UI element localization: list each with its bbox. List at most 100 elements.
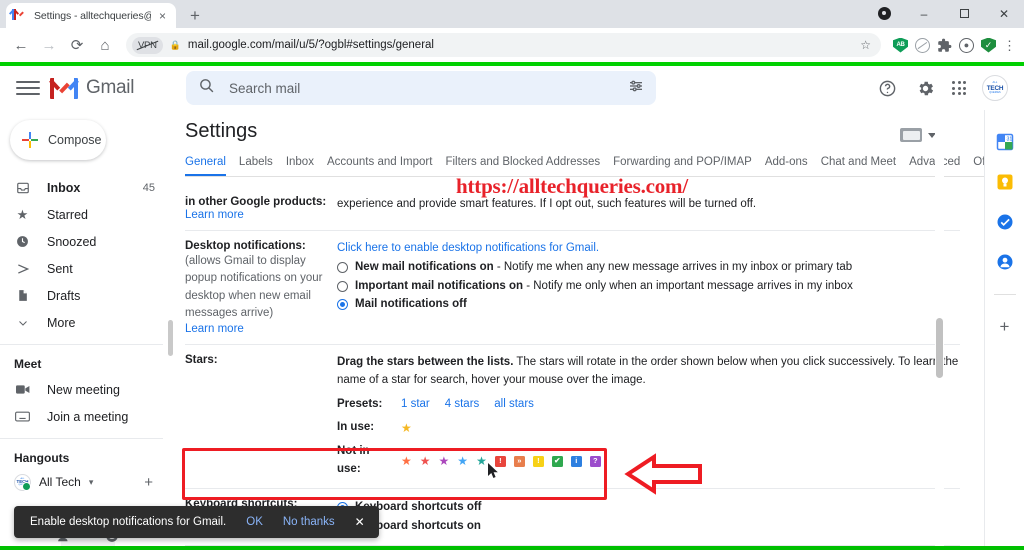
radio-option-shortcuts-off[interactable]: Keyboard shortcuts off xyxy=(337,499,960,517)
chevron-down-icon[interactable]: ▾ xyxy=(89,477,94,488)
calendar-icon[interactable]: 31 xyxy=(995,132,1014,151)
tab-accounts-and-import[interactable]: Accounts and Import xyxy=(327,156,432,176)
star-yellow-icon[interactable]: ★ xyxy=(401,422,412,434)
setting-label-text: Stars: xyxy=(185,354,218,366)
record-button[interactable] xyxy=(864,6,904,22)
chip-blue-info-icon[interactable]: i xyxy=(570,455,582,467)
gmail-app: Gmail Search mail ALL TECH QUERIES Compo… xyxy=(0,66,1024,550)
address-bar[interactable]: VPN 🔒 mail.google.com/mail/u/5/?ogbl#set… xyxy=(126,33,881,57)
disable-icon[interactable] xyxy=(915,37,930,53)
tab-offline[interactable]: Offline xyxy=(973,156,984,176)
toast-ok-button[interactable]: OK xyxy=(246,516,263,528)
sidebar-item-inbox[interactable]: Inbox 45 xyxy=(0,174,163,201)
tab-general[interactable]: General xyxy=(185,156,226,176)
contacts-icon[interactable] xyxy=(995,252,1014,271)
security-shield-icon[interactable]: ✓ xyxy=(981,37,996,53)
chip-orange-arrow-icon[interactable]: » xyxy=(513,455,525,467)
star-purple-icon[interactable]: ★ xyxy=(439,455,450,467)
preset-1-star[interactable]: 1 star xyxy=(401,396,430,414)
page-viewport: Gmail Search mail ALL TECH QUERIES Compo… xyxy=(0,62,1024,550)
sidebar-item-sent[interactable]: Sent xyxy=(0,255,163,282)
star-blue-icon[interactable]: ★ xyxy=(457,455,468,467)
tab-close-icon[interactable]: × xyxy=(157,10,168,22)
learn-more-link[interactable]: Learn more xyxy=(185,209,337,221)
window-controls: – ✕ xyxy=(864,0,1024,28)
home-icon[interactable]: ⌂ xyxy=(92,32,118,58)
learn-more-link[interactable]: Learn more xyxy=(185,323,337,335)
adblock-icon[interactable]: AB xyxy=(893,37,908,53)
gmail-logo[interactable]: Gmail xyxy=(49,77,180,99)
sidebar-item-label: Drafts xyxy=(47,288,81,303)
toast-no-thanks-button[interactable]: No thanks xyxy=(283,516,335,528)
help-icon[interactable] xyxy=(876,77,898,99)
close-window-button[interactable]: ✕ xyxy=(984,8,1024,20)
star-green-icon[interactable]: ★ xyxy=(476,455,487,467)
bookmark-star-icon[interactable]: ☆ xyxy=(860,38,871,52)
keep-icon[interactable] xyxy=(995,172,1014,191)
sidebar-item-new-meeting[interactable]: New meeting xyxy=(0,376,163,403)
settings-scrollbar-thumb[interactable] xyxy=(936,318,943,378)
gmail-m-logo-icon xyxy=(49,77,79,99)
radio-option-notifications-off[interactable]: Mail notifications off xyxy=(337,296,960,314)
star-orange-icon[interactable]: ★ xyxy=(401,455,412,467)
browser-menu-icon[interactable]: ⋮ xyxy=(1003,39,1016,52)
browser-tab[interactable]: Settings - alltechqueries@gmail. × xyxy=(6,3,176,28)
tab-add-ons[interactable]: Add-ons xyxy=(765,156,808,176)
gear-icon[interactable] xyxy=(914,77,936,99)
avatar[interactable]: ALL TECH QUERIES xyxy=(982,75,1008,101)
enable-notifications-link[interactable]: Click here to enable desktop notificatio… xyxy=(337,242,599,254)
hangouts-account[interactable]: ALL TECH QUERIES All Tech ▾ + xyxy=(0,470,175,494)
search-input[interactable] xyxy=(229,80,614,96)
sidebar-item-drafts[interactable]: Drafts xyxy=(0,282,163,309)
chip-purple-question-icon[interactable]: ? xyxy=(589,455,601,467)
setting-body: experience and provide smart features. I… xyxy=(337,196,960,221)
tab-inbox[interactable]: Inbox xyxy=(286,156,314,176)
chevron-down-icon xyxy=(14,317,31,329)
radio-icon[interactable] xyxy=(337,299,348,311)
tab-chat-and-meet[interactable]: Chat and Meet xyxy=(821,156,896,176)
sidebar-item-starred[interactable]: ★ Starred xyxy=(0,201,163,228)
minimize-button[interactable]: – xyxy=(904,8,944,20)
preset-4-stars[interactable]: 4 stars xyxy=(445,396,480,414)
tab-filters-and-blocked-addresses[interactable]: Filters and Blocked Addresses xyxy=(445,156,600,176)
sidebar-item-more[interactable]: More xyxy=(0,309,163,336)
meet-section-header: Meet xyxy=(0,344,163,376)
sidebar-item-join-meeting[interactable]: Join a meeting xyxy=(0,403,163,430)
radio-option-shortcuts-on[interactable]: Keyboard shortcuts on xyxy=(337,518,960,536)
setting-body: Keyboard shortcuts off Keyboard shortcut… xyxy=(337,498,960,536)
hangouts-add-button[interactable]: + xyxy=(144,475,153,490)
sidebar-item-label: New meeting xyxy=(47,382,120,397)
compose-button[interactable]: Compose xyxy=(10,120,106,160)
toast-close-icon[interactable]: ✕ xyxy=(355,515,365,529)
radio-option-new-mail[interactable]: New mail notifications on - Notify me wh… xyxy=(337,259,960,277)
tab-forwarding-and-pop-imap[interactable]: Forwarding and POP/IMAP xyxy=(613,156,752,176)
tab-labels[interactable]: Labels xyxy=(239,156,273,176)
add-side-panel-app-button[interactable]: + xyxy=(1000,318,1010,335)
profile-icon[interactable]: ● xyxy=(959,37,974,53)
star-red-icon[interactable]: ★ xyxy=(420,455,431,467)
radio-option-important-mail[interactable]: Important mail notifications on - Notify… xyxy=(337,278,960,296)
chip-green-check-icon[interactable]: ✔ xyxy=(551,455,563,467)
green-accent-bar-bottom xyxy=(0,546,1024,550)
chip-yellow-bang-icon[interactable]: ! xyxy=(532,455,544,467)
radio-icon[interactable] xyxy=(337,261,348,273)
reload-icon[interactable]: ⟳ xyxy=(64,32,90,58)
search-bar[interactable] xyxy=(186,71,656,105)
tasks-icon[interactable] xyxy=(995,212,1014,231)
display-density-control[interactable] xyxy=(900,128,936,142)
search-options-icon[interactable] xyxy=(628,78,644,99)
gmail-header: Gmail Search mail ALL TECH QUERIES xyxy=(0,66,1024,110)
sidebar-scrollbar-thumb[interactable] xyxy=(168,320,173,356)
vpn-indicator-icon[interactable]: VPN xyxy=(132,36,163,54)
hangouts-username: All Tech xyxy=(39,475,81,489)
preset-all-stars[interactable]: all stars xyxy=(494,396,534,414)
settings-scrollbar[interactable] xyxy=(935,110,944,550)
maximize-button[interactable] xyxy=(944,8,984,20)
sidebar-item-snoozed[interactable]: Snoozed xyxy=(0,228,163,255)
puzzle-extensions-icon[interactable] xyxy=(937,38,952,53)
back-icon[interactable]: ← xyxy=(8,32,34,58)
apps-grid-icon[interactable] xyxy=(952,81,966,95)
hamburger-icon[interactable] xyxy=(16,77,40,99)
radio-icon[interactable] xyxy=(337,280,348,292)
new-tab-button[interactable]: + xyxy=(184,7,206,24)
